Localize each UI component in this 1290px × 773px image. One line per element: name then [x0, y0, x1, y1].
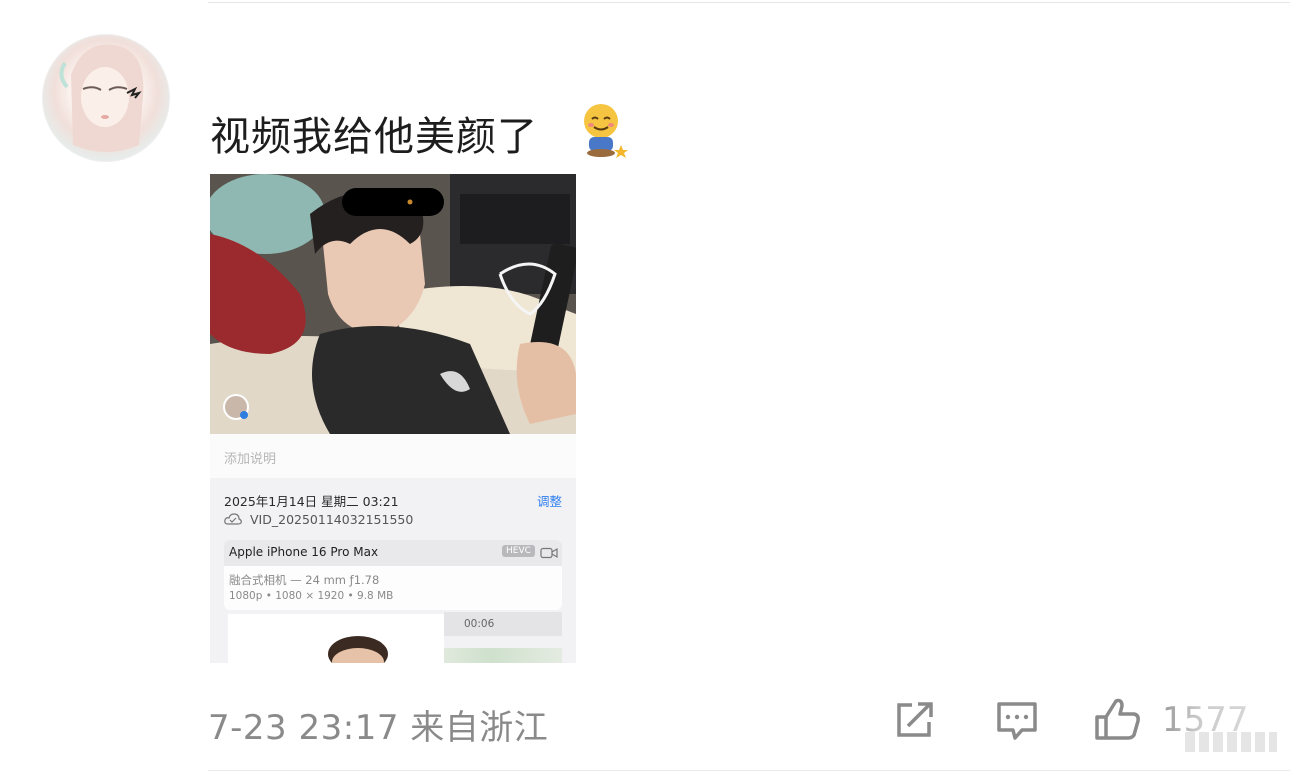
device-info-card: Apple iPhone 16 Pro Max HEVC 融合式相机 — 24 … — [224, 540, 562, 610]
adjust-button[interactable]: 调整 — [537, 491, 562, 510]
bottom-divider — [208, 770, 1290, 771]
file-name: VID_20250114032151550 — [250, 512, 414, 527]
video-thumbnail[interactable] — [210, 174, 576, 434]
lens-info: 融合式相机 — 24 mm ƒ1.78 — [229, 573, 380, 587]
top-divider — [208, 2, 1290, 3]
timecode-bar — [444, 612, 562, 636]
avatar[interactable] — [42, 34, 170, 162]
post-timestamp-location: 7-23 23:17 来自浙江 — [208, 708, 549, 748]
video-timecode: 00:06 — [464, 618, 495, 630]
share-icon[interactable] — [894, 700, 936, 740]
caption-row[interactable]: 添加说明 — [210, 434, 576, 478]
caption-placeholder[interactable]: 添加说明 — [224, 448, 276, 467]
video-camera-icon — [540, 547, 558, 559]
video-spec: 1080p • 1080 × 1920 • 9.8 MB — [229, 590, 394, 602]
avatar-illustration — [59, 44, 144, 152]
map-preview[interactable] — [228, 614, 444, 663]
post-text: 视频我给他美颜了 — [210, 114, 538, 160]
smile-sitting-emoji — [584, 104, 628, 158]
format-badge: HEVC — [502, 545, 535, 557]
device-header: Apple iPhone 16 Pro Max HEVC — [224, 540, 562, 566]
video-scrubber[interactable] — [444, 648, 562, 663]
device-name: Apple iPhone 16 Pro Max — [229, 545, 379, 559]
comment-icon[interactable] — [996, 700, 1038, 742]
photo-info-screenshot[interactable]: 添加说明 2025年1月14日 星期二 03:21 调整 VID_2025011… — [210, 174, 576, 663]
capture-date: 2025年1月14日 星期二 03:21 — [224, 494, 399, 509]
thumbs-up-icon[interactable] — [1094, 697, 1142, 741]
cloud-icon — [224, 513, 242, 525]
watermark-logo — [1185, 732, 1277, 752]
